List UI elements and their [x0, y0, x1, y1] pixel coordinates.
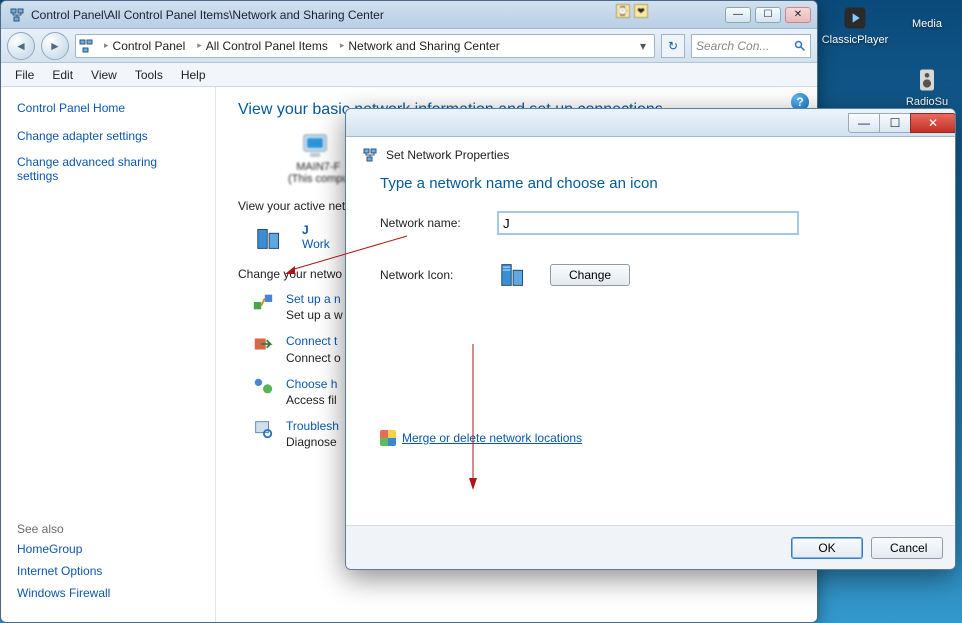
task-desc: Access fil	[286, 393, 337, 407]
minimize-button[interactable]: —	[725, 7, 751, 23]
sidebar-change-advanced[interactable]: Change advanced sharing settings	[17, 155, 199, 183]
dialog-close-button[interactable]: ✕	[910, 113, 956, 133]
dialog-maximize-button[interactable]: ☐	[879, 113, 911, 133]
search-placeholder: Search Con...	[696, 39, 769, 53]
desktop-icon-label: ClassicPlayer	[822, 34, 889, 46]
servers-icon	[254, 223, 288, 253]
menu-edit[interactable]: Edit	[44, 66, 81, 84]
sidebar: Control Panel Home Change adapter settin…	[1, 87, 216, 622]
close-button[interactable]: ✕	[785, 7, 811, 23]
nav-row: ◄ ► ▸Control Panel ▸All Control Panel It…	[1, 29, 817, 63]
network-name-input[interactable]	[498, 212, 798, 234]
task-link[interactable]: Troublesh	[286, 419, 339, 433]
merge-delete-link[interactable]: Merge or delete network locations	[402, 431, 582, 445]
troubleshoot-icon	[252, 418, 274, 440]
sharing-icon	[252, 376, 274, 398]
task-desc: Connect o	[286, 351, 341, 365]
desktop-icon-label: RadioSu	[906, 96, 948, 108]
ok-button[interactable]: OK	[791, 537, 863, 559]
dialog-title: Set Network Properties	[386, 148, 509, 162]
network-icon	[9, 7, 25, 23]
desktop-icon-label: Media	[912, 18, 942, 30]
servers-icon	[498, 260, 532, 290]
breadcrumb-item[interactable]: ▸Network and Sharing Center	[334, 39, 502, 53]
back-button[interactable]: ◄	[7, 32, 35, 60]
search-icon	[794, 40, 806, 52]
change-icon-button[interactable]: Change	[550, 264, 630, 286]
desktop-icon[interactable]: RadioSu	[896, 66, 958, 108]
network-name: J	[302, 223, 309, 237]
network-type-link[interactable]: Work	[302, 237, 330, 251]
speaker-icon	[913, 66, 941, 94]
shield-icon	[380, 430, 396, 446]
refresh-button[interactable]: ↻	[661, 34, 685, 58]
menu-bar: File Edit View Tools Help	[1, 63, 817, 87]
task-link[interactable]: Choose h	[286, 377, 337, 391]
menu-view[interactable]: View	[83, 66, 125, 84]
sidebar-change-adapter[interactable]: Change adapter settings	[17, 129, 199, 143]
see-also-heading: See also	[17, 522, 199, 536]
sidebar-homegroup[interactable]: HomeGroup	[17, 542, 199, 556]
task-link[interactable]: Connect t	[286, 334, 337, 348]
dialog-footer: OK Cancel	[346, 525, 955, 569]
menu-tools[interactable]: Tools	[127, 66, 171, 84]
tray-icon: ⌚	[616, 4, 630, 18]
network-icon-label: Network Icon:	[380, 268, 480, 282]
forward-button[interactable]: ►	[41, 32, 69, 60]
search-input[interactable]: Search Con...	[691, 34, 811, 58]
network-icon	[78, 38, 94, 54]
dialog-titlebar[interactable]: — ☐ ✕	[346, 109, 955, 137]
network-name-label: Network name:	[380, 216, 480, 230]
player-icon	[841, 4, 869, 32]
network-icon	[362, 147, 378, 163]
setup-icon	[252, 291, 274, 313]
address-bar[interactable]: ▸Control Panel ▸All Control Panel Items …	[75, 34, 655, 58]
titlebar[interactable]: Control Panel\All Control Panel Items\Ne…	[1, 1, 817, 29]
task-desc: Diagnose	[286, 435, 337, 449]
desktop-icon[interactable]: Media	[896, 4, 958, 46]
tray-icon: ❤	[634, 4, 648, 18]
dialog-header: Set Network Properties	[346, 137, 955, 167]
sidebar-internet-options[interactable]: Internet Options	[17, 564, 199, 578]
cancel-button[interactable]: Cancel	[871, 537, 943, 559]
desktop-icon[interactable]: ClassicPlayer	[824, 4, 886, 46]
menu-file[interactable]: File	[7, 66, 42, 84]
map-node-label: MAIN7-F	[296, 161, 340, 173]
connect-icon	[252, 333, 274, 355]
breadcrumb-item[interactable]: ▸All Control Panel Items	[191, 39, 330, 53]
menu-help[interactable]: Help	[173, 66, 214, 84]
dialog-set-network-properties: — ☐ ✕ Set Network Properties Type a netw…	[345, 108, 956, 570]
task-link[interactable]: Set up a n	[286, 292, 341, 306]
map-node-sublabel: (This compu	[288, 173, 349, 185]
tray-strip: ⌚ ❤	[616, 4, 648, 18]
dialog-instruction: Type a network name and choose an icon	[380, 175, 921, 192]
breadcrumb-item[interactable]: ▸Control Panel	[98, 39, 187, 53]
maximize-button[interactable]: ☐	[755, 7, 781, 23]
address-dropdown[interactable]: ▾	[636, 39, 650, 53]
sidebar-windows-firewall[interactable]: Windows Firewall	[17, 586, 199, 600]
computer-icon	[300, 131, 336, 161]
sidebar-home[interactable]: Control Panel Home	[17, 101, 199, 115]
dialog-minimize-button[interactable]: —	[848, 113, 880, 133]
